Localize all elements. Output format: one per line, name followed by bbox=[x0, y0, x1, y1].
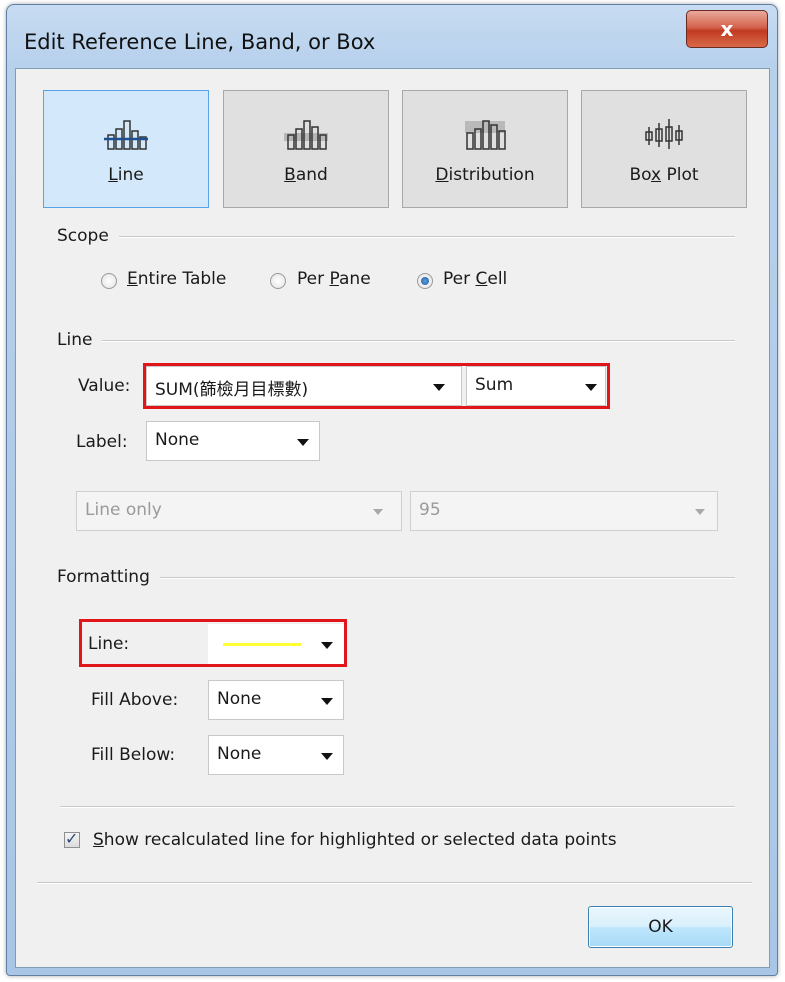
show-recalculated-checkbox[interactable]: ✓ bbox=[64, 829, 80, 848]
line-color-highlight-box bbox=[79, 619, 347, 667]
dialog-title: Edit Reference Line, Band, or Box bbox=[24, 30, 376, 54]
formatting-header: Formatting bbox=[57, 567, 160, 587]
show-recalculated-label[interactable]: Show recalculated line for highlighted o… bbox=[93, 830, 617, 850]
value-highlight-box bbox=[143, 363, 610, 409]
tile-box-plot[interactable]: Box Plot bbox=[581, 90, 747, 208]
value-label: Value: bbox=[78, 376, 131, 396]
ok-button[interactable]: OK bbox=[588, 906, 733, 948]
options-divider bbox=[60, 806, 735, 808]
reference-line-icon bbox=[104, 120, 148, 150]
label-dropdown[interactable]: None bbox=[146, 421, 320, 461]
tile-distribution[interactable]: Distribution bbox=[402, 90, 568, 208]
percentile-text: 95 bbox=[419, 500, 441, 520]
line-type-dropdown: Line only bbox=[76, 491, 402, 531]
fill-below-text: None bbox=[217, 744, 262, 764]
close-icon: x bbox=[720, 17, 734, 41]
percentile-dropdown: 95 bbox=[410, 491, 718, 531]
box-plot-icon bbox=[645, 119, 683, 149]
fill-below-label: Fill Below: bbox=[91, 745, 176, 765]
chevron-down-icon bbox=[321, 698, 333, 705]
label-label: Label: bbox=[76, 432, 128, 452]
scope-per-pane-radio[interactable] bbox=[270, 273, 286, 289]
line-header: Line bbox=[57, 330, 103, 350]
chevron-down-icon bbox=[297, 439, 309, 446]
line-divider bbox=[60, 340, 735, 342]
footer-divider bbox=[37, 882, 752, 884]
scope-per-cell-label[interactable]: Per Cell bbox=[443, 269, 507, 289]
fill-above-text: None bbox=[217, 689, 262, 709]
chevron-down-icon bbox=[695, 509, 705, 515]
fill-above-label: Fill Above: bbox=[91, 690, 179, 710]
tile-line[interactable]: Line bbox=[43, 90, 209, 208]
tile-band-label: Band bbox=[284, 165, 328, 185]
fill-above-dropdown[interactable]: None bbox=[208, 680, 344, 720]
tile-line-label: Line bbox=[108, 165, 144, 185]
label-value-text: None bbox=[155, 430, 200, 450]
scope-header: Scope bbox=[57, 226, 119, 246]
scope-divider bbox=[60, 236, 735, 238]
chevron-down-icon bbox=[321, 753, 333, 760]
scope-entire-table-label[interactable]: Entire Table bbox=[127, 269, 226, 289]
fill-below-dropdown[interactable]: None bbox=[208, 735, 344, 775]
tile-distribution-label: Distribution bbox=[435, 165, 535, 185]
distribution-icon bbox=[465, 120, 506, 150]
tile-band[interactable]: Band bbox=[223, 90, 389, 208]
chevron-down-icon bbox=[373, 509, 383, 515]
tile-box-plot-label: Box Plot bbox=[629, 165, 699, 185]
scope-per-cell-radio[interactable] bbox=[417, 273, 433, 289]
close-button[interactable]: x bbox=[686, 10, 768, 48]
line-type-text: Line only bbox=[85, 500, 162, 520]
scope-per-pane-label[interactable]: Per Pane bbox=[297, 269, 371, 289]
formatting-divider bbox=[60, 577, 735, 579]
reference-band-icon bbox=[284, 120, 328, 150]
checkmark-icon: ✓ bbox=[65, 829, 79, 848]
scope-entire-table-radio[interactable] bbox=[101, 273, 117, 289]
